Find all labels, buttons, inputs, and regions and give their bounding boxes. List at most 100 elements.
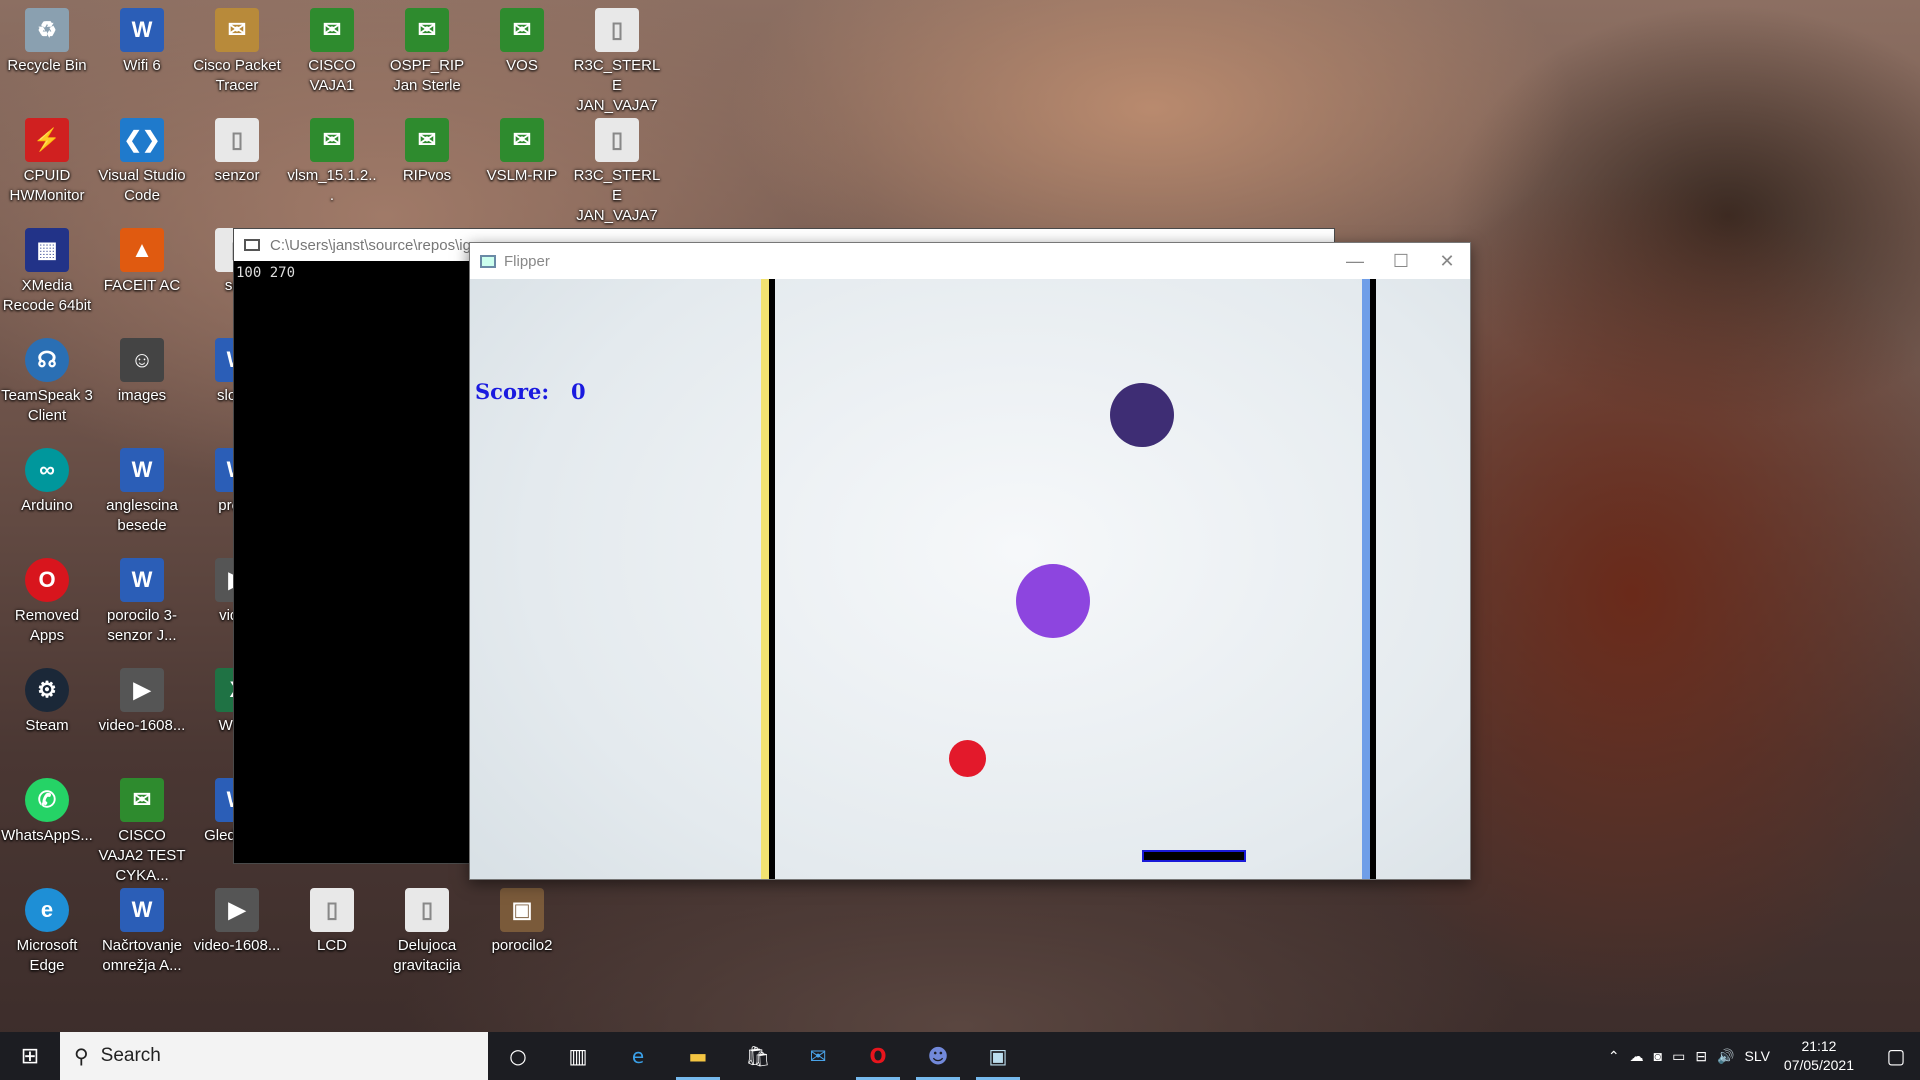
score-value: 0 (571, 379, 586, 404)
desktop-icon-vos[interactable]: ✉ VOS (476, 2, 568, 76)
recycle-bin-icon: ♻ (25, 8, 69, 52)
desktop-icon-wifi6[interactable]: W Wifi 6 (96, 2, 188, 76)
maximize-button[interactable]: ☐ (1378, 243, 1424, 279)
video-icon: ▶ (120, 668, 164, 712)
desktop-icon-recycle-bin[interactable]: ♻ Recycle Bin (1, 2, 93, 76)
taskbar-file-explorer[interactable]: ▬ (668, 1032, 728, 1080)
chevron-up-icon[interactable]: ⌃ (1608, 1048, 1620, 1065)
desktop-icon-delujoca[interactable]: ▯ Delujoca gravitacija (381, 882, 473, 976)
network-icon[interactable]: ⊟ (1695, 1048, 1707, 1065)
minimize-button[interactable]: — (1332, 243, 1378, 279)
desktop-icon-removed-apps[interactable]: O Removed Apps (1, 552, 93, 646)
desktop-icon-packet-tracer[interactable]: ✉ Cisco Packet Tracer (191, 2, 283, 96)
cortana-icon: ○ (509, 1044, 527, 1068)
right-rail-blue (1362, 279, 1370, 879)
taskbar-flipper[interactable]: ▣ (968, 1032, 1028, 1080)
flipper-title: Flipper (504, 252, 550, 270)
dark-ball (1110, 383, 1174, 447)
console-app-icon (244, 239, 260, 251)
desktop-icon-whatsapp[interactable]: ✆ WhatsAppS... (1, 772, 93, 846)
search-placeholder: Search (100, 1045, 161, 1066)
search-icon: ⚲ (74, 1045, 89, 1068)
file-icon: ▯ (215, 118, 259, 162)
desktop-icon-cisco-vaja1[interactable]: ✉ CISCO VAJA1 (286, 2, 378, 96)
search-box[interactable]: ⚲ Search (60, 1032, 488, 1080)
file-icon: ▯ (595, 118, 639, 162)
red-ball (949, 740, 986, 777)
hwmonitor-icon: ⚡ (25, 118, 69, 162)
opera-icon: O (869, 1044, 887, 1068)
steam-icon: ⚙ (25, 668, 69, 712)
packet-file-icon: ✉ (310, 118, 354, 162)
arduino-icon: ∞ (25, 448, 69, 492)
taskbar-mail[interactable]: ✉ (788, 1032, 848, 1080)
volume-icon[interactable]: 🔊 (1717, 1048, 1734, 1065)
taskbar-edge[interactable]: e (608, 1032, 668, 1080)
notification-icon: ▢ (1886, 1044, 1906, 1068)
packet-file-icon: ✉ (405, 8, 449, 52)
language-indicator[interactable]: SLV (1744, 1048, 1769, 1064)
film-icon: ▦ (25, 228, 69, 272)
image-icon: ▣ (500, 888, 544, 932)
video-icon: ▶ (215, 888, 259, 932)
desktop-icon-lcd[interactable]: ▯ LCD (286, 882, 378, 956)
right-rail-black (1370, 279, 1376, 879)
desktop-icon-r3c-1[interactable]: ▯ R3C_STERLE JAN_VAJA7 (571, 2, 663, 116)
battery-icon[interactable]: ▭ (1672, 1048, 1685, 1065)
flipper-app-icon (480, 254, 496, 268)
left-rail-yellow (761, 279, 769, 879)
taskbar-opera[interactable]: O (848, 1032, 908, 1080)
desktop-icon-porocilo3[interactable]: W porocilo 3-senzor J... (96, 552, 188, 646)
clock-date: 07/05/2021 (1783, 1057, 1854, 1073)
file-icon: ▯ (310, 888, 354, 932)
taskbar-store[interactable]: 🛍 (728, 1032, 788, 1080)
desktop-icon-ripvos[interactable]: ✉ RIPvos (381, 112, 473, 186)
desktop-icon-teamspeak[interactable]: ☊ TeamSpeak 3 Client (1, 332, 93, 426)
flipper-window[interactable]: Flipper — ☐ ✕ Score: 0 (469, 242, 1471, 880)
edge-icon: e (25, 888, 69, 932)
notifications-button[interactable]: ▢ (1872, 1032, 1920, 1080)
desktop-icon-vslm-rip[interactable]: ✉ VSLM-RIP (476, 112, 568, 186)
desktop-icon-porocilo2[interactable]: ▣ porocilo2 (476, 882, 568, 956)
desktop-icon-arduino[interactable]: ∞ Arduino (1, 442, 93, 516)
desktop-icon-anglescina[interactable]: W anglescina besede (96, 442, 188, 536)
desktop-icon-r3c-2[interactable]: ▯ R3C_STERLE JAN_VAJA7 (571, 112, 663, 226)
file-icon: ▯ (595, 8, 639, 52)
edge-icon: e (631, 1044, 645, 1068)
desktop-icon-senzor[interactable]: ▯ senzor (191, 112, 283, 186)
camera-icon[interactable]: ◙ (1654, 1048, 1662, 1064)
desktop-icon-vlsm[interactable]: ✉ vlsm_15.1.2... (286, 112, 378, 206)
game-canvas[interactable]: Score: 0 (470, 279, 1470, 879)
store-icon: 🛍 (745, 1044, 771, 1068)
word-doc-icon: W (120, 8, 164, 52)
desktop-icon-edge[interactable]: e Microsoft Edge (1, 882, 93, 976)
desktop-icon-video2[interactable]: ▶ video-1608... (191, 882, 283, 956)
desktop-icon-hwmonitor[interactable]: ⚡ CPUID HWMonitor (1, 112, 93, 206)
packet-file-icon: ✉ (500, 8, 544, 52)
flipper-titlebar[interactable]: Flipper — ☐ ✕ (470, 243, 1470, 279)
task-view-icon: ▥ (568, 1044, 588, 1068)
clock[interactable]: 21:12 07/05/2021 (1784, 1037, 1854, 1075)
desktop-icon-ospf-rip[interactable]: ✉ OSPF_RIP Jan Sterle (381, 2, 473, 96)
close-button[interactable]: ✕ (1424, 243, 1470, 279)
desktop-icon-xmedia[interactable]: ▦ XMedia Recode 64bit (1, 222, 93, 316)
word-doc-icon: W (120, 448, 164, 492)
taskbar-discord[interactable]: ☻ (908, 1032, 968, 1080)
app-window-icon: ▣ (988, 1044, 1008, 1068)
folder-icon: ▬ (688, 1044, 708, 1068)
desktop-icon-vscode[interactable]: ❮❯ Visual Studio Code (96, 112, 188, 206)
file-icon: ▯ (405, 888, 449, 932)
task-view-button[interactable]: ▥ (548, 1032, 608, 1080)
desktop-icon-steam[interactable]: ⚙ Steam (1, 662, 93, 736)
image-icon: ☺ (120, 338, 164, 382)
packet-file-icon: ✉ (310, 8, 354, 52)
start-button[interactable]: ⊞ (0, 1032, 60, 1080)
desktop-icon-faceit[interactable]: ▲ FACEIT AC (96, 222, 188, 296)
cloud-icon[interactable]: ☁ (1630, 1048, 1644, 1065)
desktop-icon-nacrtovanje[interactable]: W Načrtovanje omrežja A... (96, 882, 188, 976)
paddle (1142, 850, 1246, 862)
desktop-icon-video1[interactable]: ▶ video-1608... (96, 662, 188, 736)
desktop-icon-cisco-vaja2[interactable]: ✉ CISCO VAJA2 TEST CYKA... (96, 772, 188, 886)
desktop-icon-images[interactable]: ☺ images (96, 332, 188, 406)
cortana-button[interactable]: ○ (488, 1032, 548, 1080)
